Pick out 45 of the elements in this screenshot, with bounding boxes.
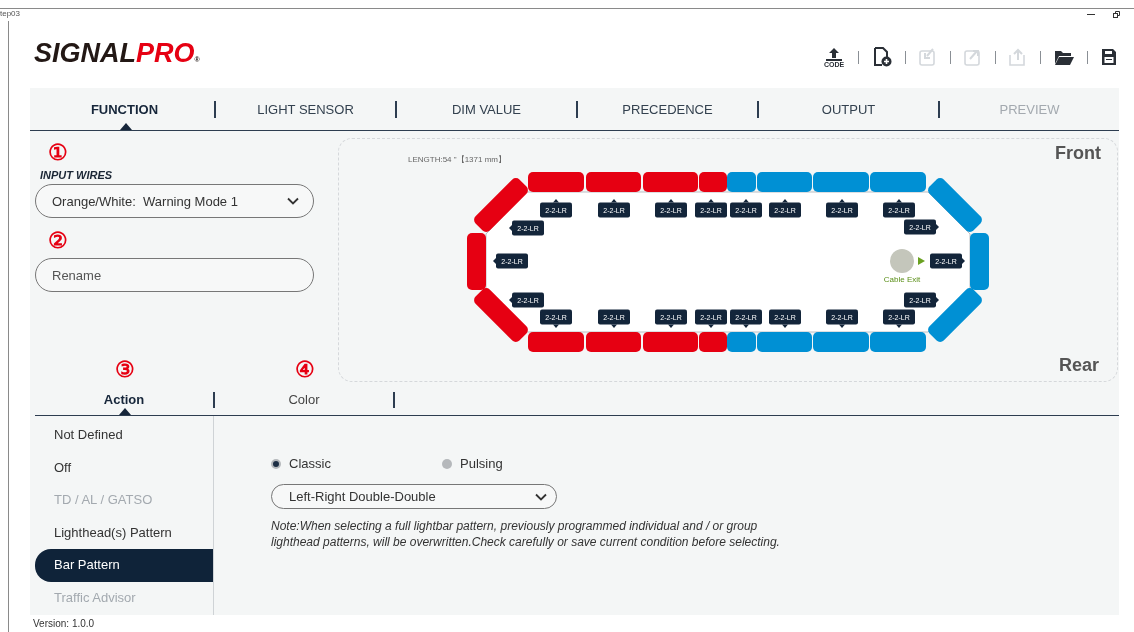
- rename-field[interactable]: Rename: [35, 258, 314, 292]
- length-text: LENGTH:54 "【1371 mm】: [408, 154, 506, 165]
- rear-label: Rear: [1058, 355, 1099, 376]
- cable-exit-label: Cable Exit: [883, 274, 920, 284]
- radio-button[interactable]: [271, 458, 281, 469]
- radio-label: Classic: [289, 456, 331, 471]
- action-item[interactable]: Bar Pattern: [35, 549, 213, 582]
- tab-indicator-icon: [119, 408, 131, 415]
- input-wires-label: INPUT WIRES: [40, 169, 113, 181]
- tab[interactable]: PRECEDENCE: [578, 100, 759, 118]
- action-item[interactable]: Lighthead(s) Pattern: [35, 516, 213, 549]
- version-text: Version: 1.0.0: [32, 617, 96, 631]
- upload-icon: [823, 46, 845, 61]
- note-text: Note:When selecting a full lightbar pattern, previously programmed individual and / or group lighthead patterns, will be overwritten.Check carefully or save current condition before selecting.: [271, 519, 781, 550]
- input-wires-dropdown[interactable]: Orange/White: Warning Mode 1: [35, 184, 314, 218]
- step-number: ④: [295, 358, 315, 382]
- radio-label: Pulsing: [460, 456, 503, 471]
- new-file-icon: [872, 47, 892, 67]
- new-file-button[interactable]: [872, 45, 892, 69]
- tab[interactable]: LIGHT SENSOR: [216, 100, 397, 118]
- import-icon: [919, 48, 937, 66]
- tab[interactable]: OUTPUT: [759, 100, 940, 118]
- radio-button[interactable]: [442, 458, 452, 469]
- tab[interactable]: Color: [215, 392, 395, 408]
- upload-icon: [1009, 48, 1027, 66]
- chevron-down-icon: [287, 197, 299, 205]
- cable-exit-icon: [889, 248, 914, 273]
- restore-icon[interactable]: [1113, 11, 1120, 18]
- export-icon: [964, 48, 982, 66]
- action-item[interactable]: Not Defined: [35, 419, 213, 452]
- tab[interactable]: DIM VALUE: [397, 100, 578, 118]
- step-number: ②: [48, 229, 68, 253]
- step-number: ①: [48, 141, 68, 165]
- action-item[interactable]: Off: [35, 451, 213, 484]
- save-icon: [1101, 48, 1117, 66]
- window-title: tep03: [0, 9, 21, 19]
- tab[interactable]: FUNCTION: [35, 100, 216, 118]
- pattern-dropdown[interactable]: Left-Right Double-Double: [271, 484, 557, 509]
- chevron-down-icon: [535, 492, 547, 501]
- step-number: ③: [115, 358, 135, 382]
- tab[interactable]: Action: [35, 392, 215, 408]
- minimize-icon[interactable]: [1087, 13, 1095, 16]
- folder-icon: [1054, 49, 1074, 65]
- arrow-icon: [917, 256, 925, 265]
- front-label: Front: [1055, 143, 1101, 164]
